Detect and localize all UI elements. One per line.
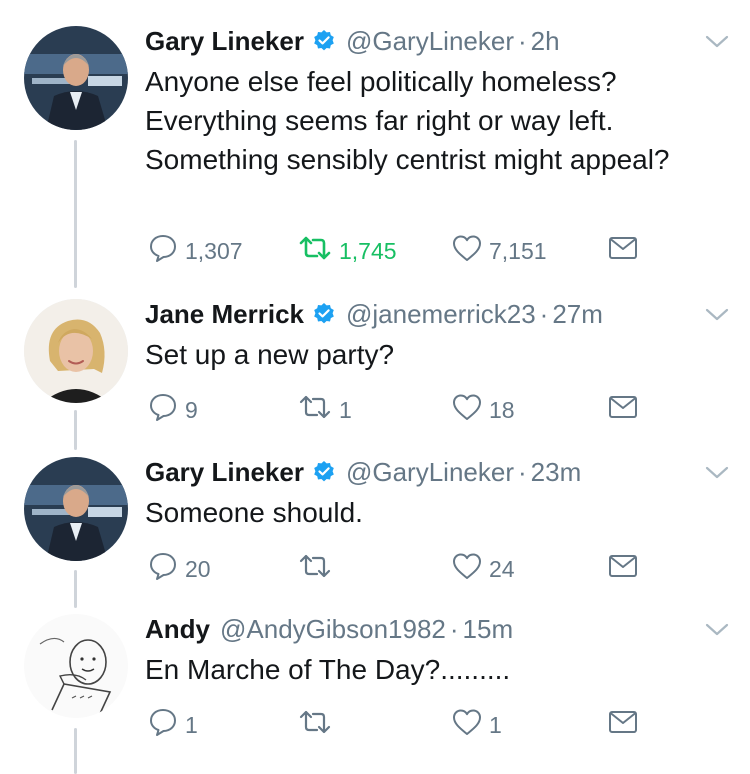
timestamp[interactable]: 15m [463, 614, 514, 644]
direct-message-icon [607, 392, 639, 428]
tweet-text: En Marche of The Day?......... [145, 654, 511, 685]
tweet-header: Jane Merrick @janemerrick23 · 27m [145, 297, 603, 334]
reply-count: 1 [185, 711, 198, 738]
retweet-icon [297, 707, 333, 743]
like-icon [451, 707, 483, 743]
reply-count: 9 [185, 396, 198, 423]
like-icon [451, 233, 483, 269]
retweet-icon [297, 551, 333, 587]
reply-count: 1,307 [185, 237, 243, 264]
chevron-down-icon[interactable] [703, 305, 731, 330]
verified-badge-icon [312, 300, 336, 334]
direct-message-button[interactable] [607, 552, 639, 586]
avatar[interactable] [24, 299, 128, 403]
retweet-icon [297, 392, 333, 428]
retweet-count: 1,745 [339, 237, 397, 264]
reply-button[interactable]: 1,307 [147, 234, 243, 268]
tweet[interactable]: Gary Lineker @GaryLineker · 23m Someone sho… [0, 455, 750, 595]
chevron-down-icon[interactable] [703, 463, 731, 488]
separator: · [518, 457, 527, 487]
like-count: 7,151 [489, 237, 547, 264]
separator: · [518, 26, 527, 56]
reply-icon [147, 550, 179, 588]
like-button[interactable]: 7,151 [451, 234, 547, 268]
avatar[interactable] [24, 614, 128, 718]
tweet-actions: 20 24 [145, 552, 665, 586]
handle[interactable]: @GaryLineker [346, 26, 514, 56]
tweet-header: Gary Lineker @GaryLineker · 23m [145, 455, 581, 492]
tweet-text: Set up a new party? [145, 339, 395, 370]
reply-icon [147, 232, 179, 270]
reply-button[interactable]: 20 [147, 552, 211, 586]
reply-icon [147, 706, 179, 744]
like-button[interactable]: 18 [451, 393, 515, 427]
like-icon [451, 392, 483, 428]
tweet[interactable]: Jane Merrick @janemerrick23 · 27m Set up a … [0, 297, 750, 437]
display-name[interactable]: Gary Lineker [145, 457, 304, 487]
separator: · [449, 614, 459, 644]
reply-icon [147, 391, 179, 429]
tweet-header: Andy @AndyGibson1982 · 15m [145, 612, 513, 646]
retweet-count: 1 [339, 396, 352, 423]
chevron-down-icon[interactable] [703, 32, 731, 57]
like-icon [451, 551, 483, 587]
tweet-actions: 1,307 1,745 7,151 [145, 234, 665, 268]
tweet[interactable]: Gary Lineker @GaryLineker · 2h Anyone else … [0, 24, 750, 274]
timestamp[interactable]: 23m [531, 457, 582, 487]
like-count: 1 [489, 711, 502, 738]
verified-badge-icon [312, 27, 336, 61]
retweet-icon [297, 233, 333, 269]
tweet-header: Gary Lineker @GaryLineker · 2h [145, 24, 560, 61]
display-name[interactable]: Jane Merrick [145, 299, 304, 329]
handle[interactable]: @janemerrick23 [346, 299, 536, 329]
direct-message-icon [607, 707, 639, 743]
tweet-actions: 9 1 18 [145, 393, 665, 427]
tweet-actions: 1 1 [145, 708, 665, 742]
like-button[interactable]: 1 [451, 708, 502, 742]
direct-message-button[interactable] [607, 234, 639, 268]
like-button[interactable]: 24 [451, 552, 515, 586]
direct-message-icon [607, 233, 639, 269]
like-count: 24 [489, 555, 515, 582]
avatar[interactable] [24, 457, 128, 561]
separator: · [539, 299, 549, 329]
verified-badge-icon [312, 458, 336, 492]
tweet[interactable]: Andy @AndyGibson1982 · 15m En Marche of The… [0, 612, 750, 752]
retweet-button[interactable] [297, 552, 339, 586]
retweet-button[interactable]: 1,745 [297, 234, 397, 268]
retweet-button[interactable]: 1 [297, 393, 352, 427]
tweet-text: Anyone else feel politically homeless? E… [145, 66, 670, 175]
direct-message-icon [607, 551, 639, 587]
reply-count: 20 [185, 555, 211, 582]
display-name[interactable]: Gary Lineker [145, 26, 304, 56]
chevron-down-icon[interactable] [703, 620, 731, 645]
handle[interactable]: @AndyGibson1982 [220, 614, 446, 644]
reply-button[interactable]: 1 [147, 708, 198, 742]
like-count: 18 [489, 396, 515, 423]
reply-button[interactable]: 9 [147, 393, 198, 427]
tweet-text: Someone should. [145, 497, 363, 528]
avatar[interactable] [24, 26, 128, 130]
display-name[interactable]: Andy [145, 614, 210, 644]
handle[interactable]: @GaryLineker [346, 457, 514, 487]
timestamp[interactable]: 27m [552, 299, 603, 329]
timestamp[interactable]: 2h [531, 26, 560, 56]
direct-message-button[interactable] [607, 708, 639, 742]
retweet-button[interactable] [297, 708, 339, 742]
direct-message-button[interactable] [607, 393, 639, 427]
